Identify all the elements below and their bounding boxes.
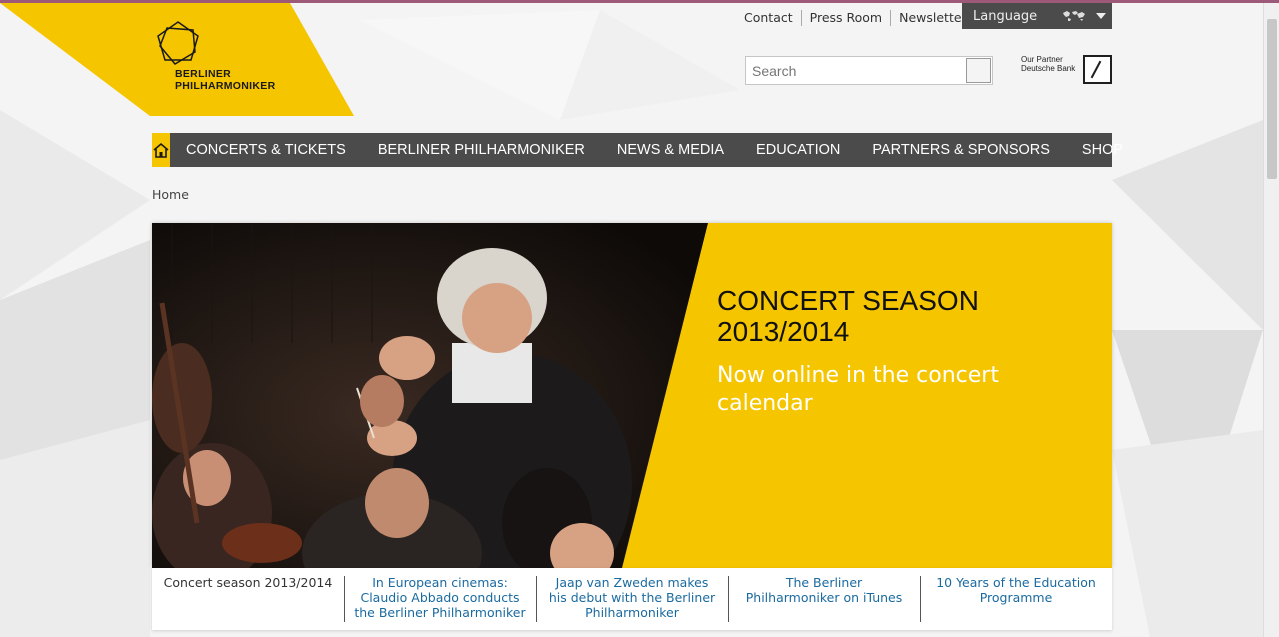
utility-links: Contact Press Room Newsletter [736, 8, 977, 28]
brand-line-2: PHILHARMONIKER [175, 80, 276, 92]
hero-tab-itunes[interactable]: The Berliner Philharmoniker on iTunes [728, 568, 920, 630]
nav-education[interactable]: EDUCATION [740, 133, 856, 167]
nav-berliner-philharmoniker[interactable]: BERLINER PHILHARMONIKER [362, 133, 601, 167]
world-map-icon [1063, 11, 1085, 21]
chevron-down-icon [1096, 13, 1106, 19]
brand-line-1: BERLINER [175, 68, 232, 80]
home-button[interactable] [152, 133, 170, 167]
home-icon [153, 142, 169, 158]
nav-concerts-tickets[interactable]: CONCERTS & TICKETS [170, 133, 362, 167]
hero-tab-van-zweden-debut[interactable]: Jaap van Zweden makes his debut with the… [536, 568, 728, 630]
hero-tab-education[interactable]: 10 Years of the Education Programme [920, 568, 1112, 630]
language-selector[interactable]: Language [962, 3, 1112, 29]
logo-star-icon [157, 21, 199, 65]
search-button[interactable] [966, 58, 991, 83]
partner-line-2: Deutsche Bank [1021, 64, 1076, 73]
deutsche-bank-logo-icon[interactable] [1083, 55, 1112, 84]
contact-link[interactable]: Contact [736, 10, 802, 26]
search-input[interactable] [746, 57, 968, 84]
partner-line-1: Our Partner [1021, 55, 1063, 64]
main-navigation: CONCERTS & TICKETS BERLINER PHILHARMONIK… [152, 133, 1123, 167]
partner-label: Our Partner Deutsche Bank [1021, 55, 1083, 73]
page-scrollbar[interactable] [1263, 3, 1279, 637]
hero-tabs: Concert season 2013/2014 In European cin… [152, 568, 1112, 630]
hero-title: CONCERT SEASON 2013/2014 [717, 285, 979, 347]
nav-partners-sponsors[interactable]: PARTNERS & SPONSORS [856, 133, 1066, 167]
hero-banner[interactable]: CONCERT SEASON 2013/2014 Now online in t… [152, 223, 1112, 568]
nav-shop[interactable]: SHOP [1066, 133, 1139, 167]
search-box [745, 56, 993, 85]
breadcrumb[interactable]: Home [152, 187, 189, 202]
hero-subtitle: Now online in the concert calendar [717, 363, 999, 416]
language-label: Language [973, 8, 1038, 24]
scrollbar-thumb[interactable] [1267, 19, 1277, 179]
brand-wordmark[interactable]: BERLINER PHILHARMONIKER [175, 68, 275, 92]
hero-tab-concert-season[interactable]: Concert season 2013/2014 [152, 568, 344, 630]
press-room-link[interactable]: Press Room [802, 10, 892, 26]
nav-news-media[interactable]: NEWS & MEDIA [601, 133, 740, 167]
hero-tab-abbado-cinemas[interactable]: In European cinemas: Claudio Abbado cond… [344, 568, 536, 630]
